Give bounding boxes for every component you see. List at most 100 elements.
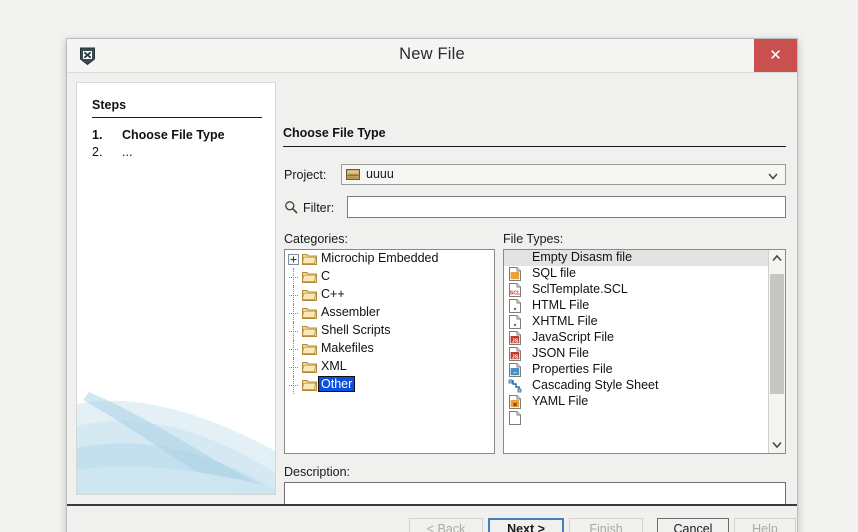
expand-toggle-icon[interactable] <box>288 254 299 265</box>
tree-line <box>289 331 298 333</box>
category-label: Assembler <box>321 305 381 319</box>
close-icon: ✕ <box>769 47 782 64</box>
content-pane: Choose File Type Project: uuuu Filter: C… <box>283 82 788 532</box>
file-type-label: YAML File <box>532 394 589 408</box>
category-label: Microchip Embedded <box>321 251 439 265</box>
folder-icon <box>302 342 317 355</box>
folder-icon <box>302 378 317 391</box>
dialog-titlebar: New File ✕ <box>67 39 797 73</box>
step-number: 2. <box>92 145 103 159</box>
category-label: Shell Scripts <box>321 323 391 337</box>
folder-icon <box>302 252 317 265</box>
project-label: Project: <box>284 168 327 182</box>
blank-file-icon <box>508 411 522 425</box>
button-bar: < Back Next > Finish Cancel Help <box>67 506 797 532</box>
step-number: 1. <box>92 128 103 142</box>
decorative-swoosh-graphic <box>77 392 275 494</box>
search-icon <box>284 200 298 214</box>
page-title: Choose File Type <box>283 126 386 140</box>
chevron-down-icon <box>767 169 779 181</box>
category-row[interactable]: XML <box>285 358 494 376</box>
file-type-row[interactable]: SCL SclTemplate.SCL <box>504 282 768 298</box>
file-type-row[interactable]: ~ Properties File <box>504 362 768 378</box>
file-type-row[interactable]: SQL file <box>504 266 768 282</box>
json-file-icon: JS <box>508 347 522 361</box>
project-value: uuuu <box>366 167 394 181</box>
categories-listbox[interactable]: Microchip Embedded C C++ Assembler Shell Scr… <box>284 249 495 454</box>
new-file-dialog: New File ✕ Steps 1. Choose File Type 2. … <box>66 38 798 532</box>
category-row[interactable]: Makefiles <box>285 340 494 358</box>
tree-line <box>289 277 298 279</box>
categories-label: Categories: <box>284 232 348 246</box>
file-type-row[interactable]: ● HTML File <box>504 298 768 314</box>
category-row[interactable]: Microchip Embedded <box>285 250 494 268</box>
sql-file-icon <box>508 267 522 281</box>
file-type-label: Properties File <box>532 362 613 376</box>
project-combobox[interactable]: uuuu <box>341 164 786 185</box>
file-type-row[interactable]: ● XHTML File <box>504 314 768 330</box>
cancel-button[interactable]: Cancel <box>657 518 729 532</box>
file-types-label: File Types: <box>503 232 564 246</box>
svg-text:SCL: SCL <box>510 290 521 296</box>
category-label: XML <box>321 359 347 373</box>
category-row[interactable]: Other <box>285 376 494 394</box>
svg-text:✖: ✖ <box>513 402 518 408</box>
file-type-label: JSON File <box>532 346 589 360</box>
help-button: Help <box>734 518 796 532</box>
dialog-title: New File <box>399 45 465 63</box>
folder-icon <box>302 360 317 373</box>
step-label: Choose File Type <box>122 128 225 142</box>
close-button[interactable]: ✕ <box>754 39 797 72</box>
project-box-icon <box>346 168 360 181</box>
finish-button: Finish <box>569 518 643 532</box>
scroll-down-button[interactable] <box>769 436 785 453</box>
svg-text:~: ~ <box>513 370 516 376</box>
tree-line <box>289 295 298 297</box>
category-row[interactable]: C++ <box>285 286 494 304</box>
file-type-row[interactable]: Empty Disasm file <box>504 250 768 266</box>
page-title-divider <box>283 146 786 147</box>
yaml-file-icon: ✖ <box>508 395 522 409</box>
tree-line <box>289 349 298 351</box>
step-label: ... <box>122 145 133 159</box>
tree-line <box>289 367 298 369</box>
category-row[interactable]: Assembler <box>285 304 494 322</box>
file-type-label: HTML File <box>532 298 590 312</box>
next-button[interactable]: Next > <box>488 518 564 532</box>
file-type-row[interactable]: Cascading Style Sheet <box>504 378 768 394</box>
filter-input[interactable] <box>347 196 786 218</box>
file-type-label: SclTemplate.SCL <box>532 282 628 296</box>
steps-pane: Steps 1. Choose File Type 2. ... <box>76 82 276 495</box>
html-file-icon: ● <box>508 299 522 313</box>
properties-file-icon: ~ <box>508 363 522 377</box>
folder-icon <box>302 288 317 301</box>
category-row[interactable]: Shell Scripts <box>285 322 494 340</box>
category-row[interactable]: C <box>285 268 494 286</box>
svg-text:●: ● <box>513 306 516 312</box>
file-type-label: XHTML File <box>532 314 598 328</box>
category-label: C++ <box>321 287 345 301</box>
file-type-row[interactable]: JS JavaScript File <box>504 330 768 346</box>
category-label: Makefiles <box>321 341 374 355</box>
file-type-row[interactable]: JS JSON File <box>504 346 768 362</box>
steps-heading: Steps <box>92 98 127 112</box>
scroll-up-button[interactable] <box>769 250 785 267</box>
back-button: < Back <box>409 518 483 532</box>
category-label: C <box>321 269 331 283</box>
folder-icon <box>302 270 317 283</box>
folder-icon <box>302 306 317 319</box>
scrollbar-thumb[interactable] <box>770 274 784 394</box>
folder-icon <box>302 324 317 337</box>
svg-text:●: ● <box>513 322 516 328</box>
blank-file-icon <box>508 251 522 265</box>
steps-divider <box>92 117 262 118</box>
file-types-scrollbar[interactable] <box>768 250 785 453</box>
category-label: Other <box>317 376 356 392</box>
js-file-icon: JS <box>508 331 522 345</box>
svg-text:JS: JS <box>512 354 519 360</box>
svg-text:JS: JS <box>512 338 519 344</box>
file-type-row[interactable]: ✖ YAML File <box>504 394 768 410</box>
xhtml-file-icon: ● <box>508 315 522 329</box>
file-type-row-partial[interactable] <box>504 410 768 426</box>
file-types-listbox[interactable]: Empty Disasm file SQL file SCL SclTemplate.… <box>503 249 786 454</box>
